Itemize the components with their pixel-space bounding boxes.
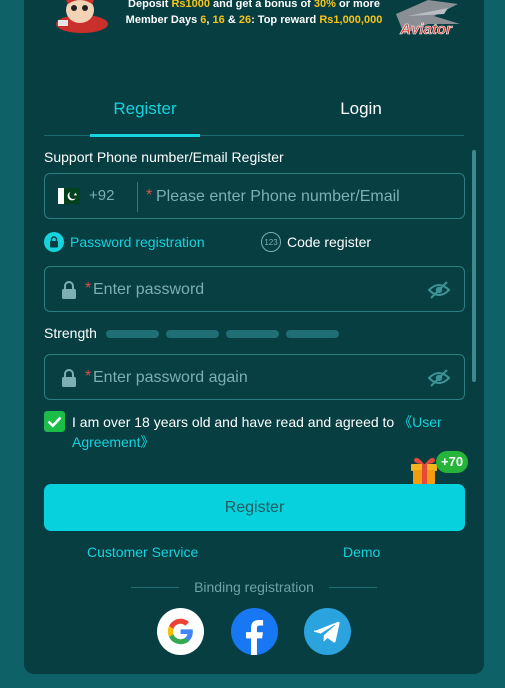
required-mark: * (146, 187, 153, 204)
facebook-icon (231, 608, 278, 655)
lock-icon (62, 281, 76, 299)
tab-register[interactable]: Register (90, 92, 200, 137)
field-divider (137, 182, 138, 212)
password-input[interactable] (93, 279, 413, 301)
bonus-badge: +70 (436, 451, 469, 473)
eye-hidden-icon[interactable] (427, 280, 451, 300)
google-icon (157, 608, 204, 655)
promo-banner[interactable]: Deposit Rs1000 and get a bonus of 30% or… (48, 0, 468, 42)
lock-icon (44, 232, 64, 252)
strength-label: Strength (44, 325, 97, 341)
binding-registration-divider: Binding registration (131, 578, 377, 596)
register-button[interactable]: Register (44, 484, 465, 531)
agreement-statement: I am over 18 years old and have read and… (72, 414, 399, 430)
required-mark: * (85, 280, 92, 297)
promo-line-2: Member Days 6, 16 & 26: Top reward Rs1,0… (125, 14, 383, 26)
confirm-password-field: * (44, 354, 465, 400)
phone-email-input[interactable] (156, 186, 456, 208)
pakistan-flag-icon[interactable] (58, 188, 80, 204)
password-field: * (44, 266, 465, 312)
country-code[interactable]: +92 (89, 187, 114, 204)
registration-mode: Password registration 123 Code register (44, 232, 464, 254)
telegram-icon (304, 608, 351, 655)
section-title: Support Phone number/Email Register (44, 149, 284, 165)
plane-character-icon (56, 0, 108, 33)
password-registration-option[interactable]: Password registration (44, 232, 205, 252)
code-register-option[interactable]: 123 Code register (261, 232, 371, 252)
strength-segment (106, 330, 159, 338)
numeric-code-icon: 123 (261, 232, 281, 252)
lock-icon (62, 369, 76, 387)
confirm-password-input[interactable] (93, 367, 413, 389)
checkmark-icon (47, 416, 62, 428)
promo-line-1: Deposit Rs1000 and get a bonus of 30% or… (128, 0, 380, 10)
telegram-login-button[interactable] (304, 608, 351, 655)
phone-email-field: +92 * (44, 173, 465, 219)
eye-hidden-icon[interactable] (427, 368, 451, 388)
aviator-logo: Aviator (396, 0, 460, 38)
scrollbar[interactable] (472, 150, 476, 382)
strength-segment (226, 330, 279, 338)
demo-link[interactable]: Demo (343, 544, 380, 560)
code-register-label: Code register (287, 234, 372, 250)
required-mark: * (85, 368, 92, 385)
auth-tabs: Register Login (44, 92, 464, 137)
divider-line (329, 587, 377, 588)
agreement-text: I am over 18 years old and have read and… (72, 412, 467, 452)
promo-text: Deposit Rs1000 and get a bonus of 30% or… (118, 0, 390, 28)
customer-service-link[interactable]: Customer Service (87, 544, 198, 560)
google-login-button[interactable] (157, 608, 204, 655)
password-strength: Strength (44, 323, 364, 343)
agreement-checkbox[interactable] (44, 411, 65, 432)
aviator-logo-text: Aviator (399, 21, 453, 38)
password-registration-label: Password registration (70, 234, 205, 250)
strength-segment (166, 330, 219, 338)
facebook-login-button[interactable] (231, 608, 278, 655)
tab-login[interactable]: Login (306, 92, 416, 136)
agreement-row: I am over 18 years old and have read and… (44, 409, 469, 453)
strength-segment (286, 330, 339, 338)
